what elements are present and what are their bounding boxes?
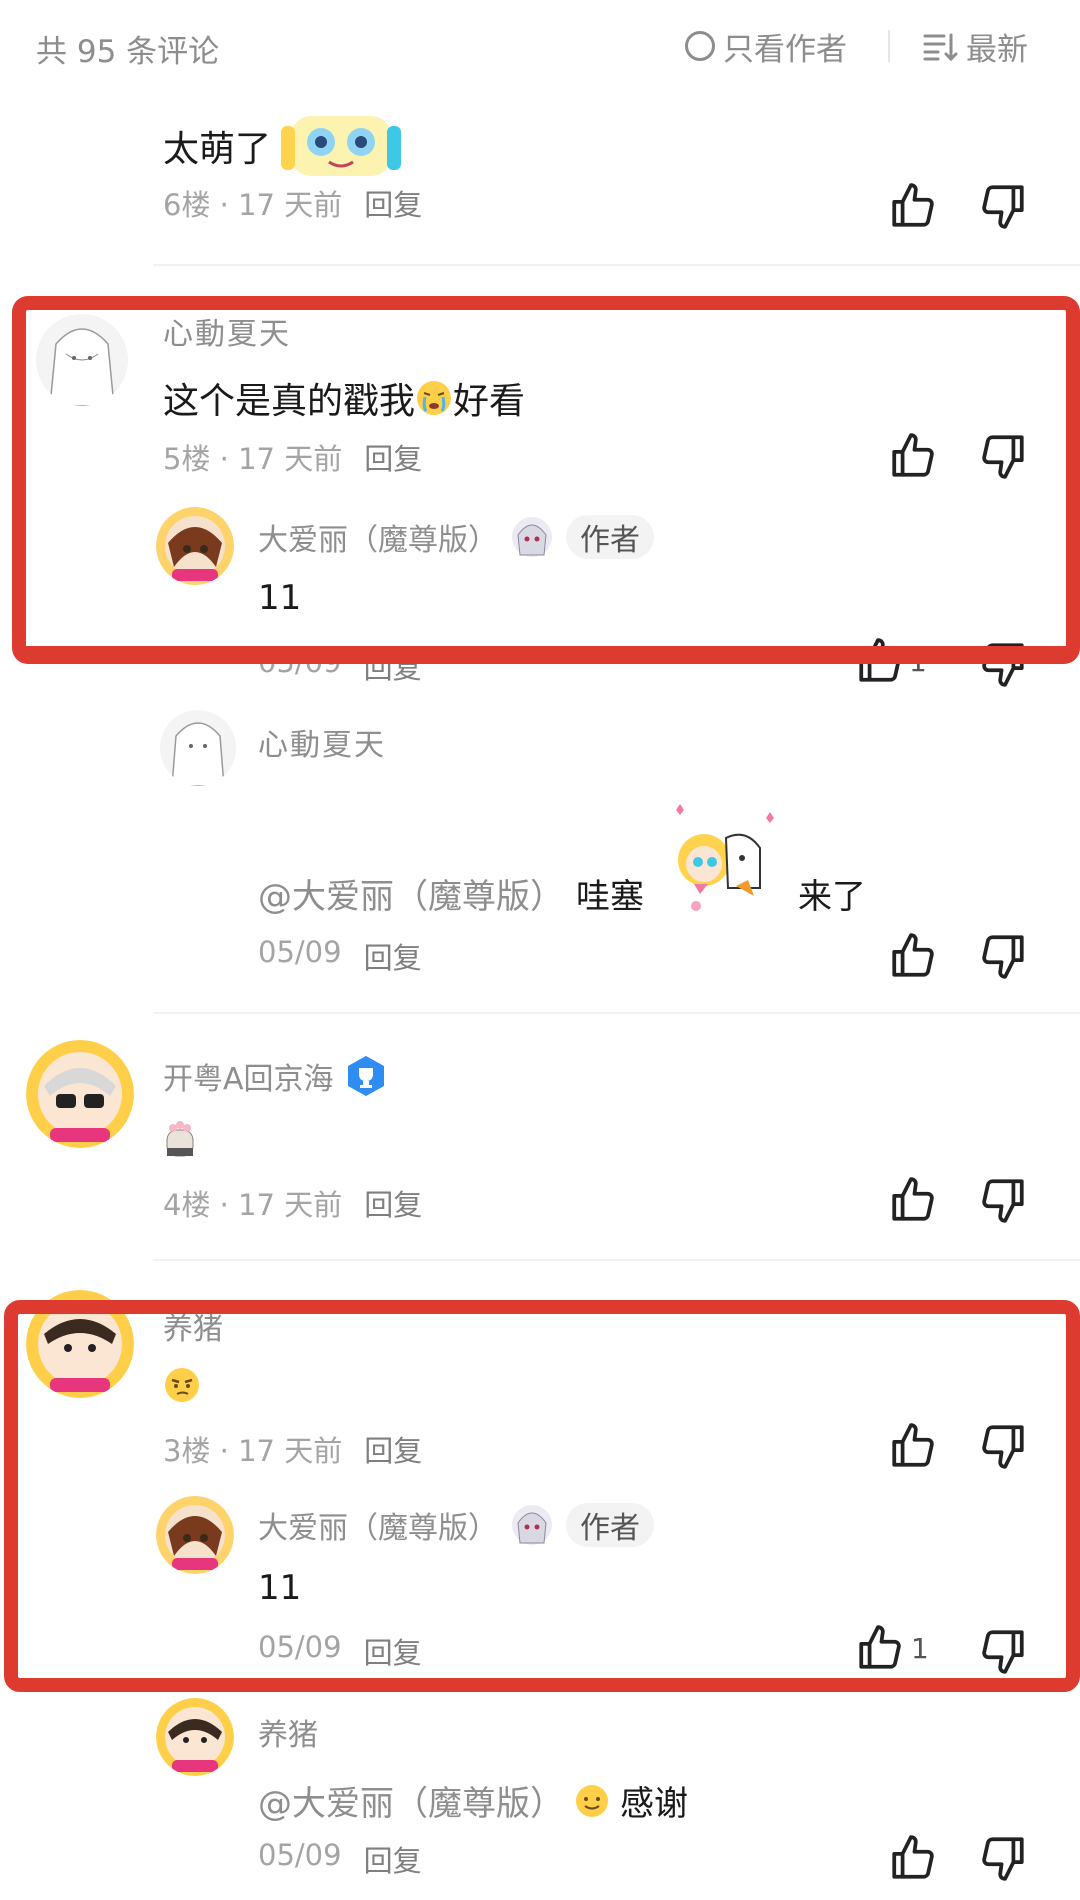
- reply-text-part: 哇塞: [576, 877, 644, 917]
- sticker-icon: [676, 804, 774, 911]
- reply-meta: 05/09 回复: [258, 1838, 422, 1880]
- thumbs-down-icon: [982, 935, 1024, 979]
- reply-text-part: 来了: [798, 877, 866, 917]
- divider: [153, 1259, 1080, 1261]
- highlight-box: [4, 1300, 1080, 1692]
- avatar[interactable]: [160, 710, 236, 786]
- reply-link[interactable]: 回复: [364, 935, 422, 977]
- thumbs-down-icon: [982, 1179, 1024, 1223]
- floor-time: 4楼 · 17 天前: [163, 1188, 343, 1222]
- like-button[interactable]: [885, 178, 941, 234]
- mention[interactable]: @大爱丽（魔尊版）: [258, 869, 564, 918]
- username[interactable]: 开粤A回京海: [163, 1054, 334, 1098]
- reply-link[interactable]: 回复: [364, 1182, 422, 1224]
- comment-4-meta: 4楼 · 17 天前 回复: [163, 1182, 422, 1224]
- radio-icon: [685, 31, 715, 61]
- like-button[interactable]: [885, 928, 941, 984]
- comment-6-meta: 6楼 · 17 天前 回复: [163, 182, 422, 224]
- thumbs-up-icon: [892, 933, 934, 977]
- like-button[interactable]: [885, 1172, 941, 1228]
- cat-paw-sticker-icon: [166, 1121, 194, 1157]
- header-divider: [888, 30, 890, 62]
- dislike-button[interactable]: [975, 928, 1031, 984]
- dislike-button[interactable]: [975, 178, 1031, 234]
- username[interactable]: 心動夏天: [258, 720, 386, 764]
- comment-4-body: [163, 1118, 197, 1162]
- sort-button[interactable]: 最新: [922, 24, 1028, 68]
- avatar[interactable]: [156, 1698, 234, 1776]
- verified-trophy-icon: [347, 1056, 384, 1096]
- sticker-icon: [281, 116, 402, 176]
- floor-time: 6楼 · 17 天前: [163, 188, 343, 222]
- reply-date: 05/09: [258, 1838, 342, 1872]
- comment-text: 太萌了: [163, 129, 272, 170]
- reply-meta: 05/09 回复: [258, 935, 422, 977]
- author-only-toggle[interactable]: 只看作者: [685, 24, 847, 68]
- reply-body: @大爱丽（魔尊版） 哇塞 来了: [258, 798, 866, 918]
- thumbs-down-icon: [982, 1837, 1024, 1881]
- sort-icon: [923, 33, 958, 62]
- highlight-box: [12, 296, 1080, 664]
- sort-label: 最新: [966, 31, 1028, 68]
- comment-4-header: 开粤A回京海: [163, 1054, 386, 1098]
- thumbs-down-icon: [982, 185, 1024, 229]
- dislike-button[interactable]: [975, 1830, 1031, 1886]
- thumbs-up-icon: [892, 183, 934, 227]
- mention[interactable]: @大爱丽（魔尊版）: [258, 1776, 564, 1825]
- divider: [153, 1012, 1080, 1014]
- username[interactable]: 养猪: [258, 1710, 318, 1754]
- thumbs-up-icon: [892, 1177, 934, 1221]
- like-button[interactable]: [885, 1830, 941, 1886]
- avatar[interactable]: [26, 1040, 134, 1148]
- divider: [153, 264, 1080, 266]
- reply-text-part: 感谢: [620, 1784, 688, 1824]
- author-only-label: 只看作者: [723, 31, 847, 68]
- reply-link[interactable]: 回复: [364, 182, 422, 224]
- comment-count: 共 95 条评论: [36, 34, 220, 70]
- reply-link[interactable]: 回复: [364, 1838, 422, 1880]
- thumbs-up-icon: [892, 1835, 934, 1879]
- comment-6-body: 太萌了: [163, 116, 402, 176]
- smile-emoji-icon: [576, 1784, 608, 1817]
- reply-body: @大爱丽（魔尊版） 感谢: [258, 1776, 688, 1825]
- reply-date: 05/09: [258, 935, 342, 969]
- dislike-button[interactable]: [975, 1172, 1031, 1228]
